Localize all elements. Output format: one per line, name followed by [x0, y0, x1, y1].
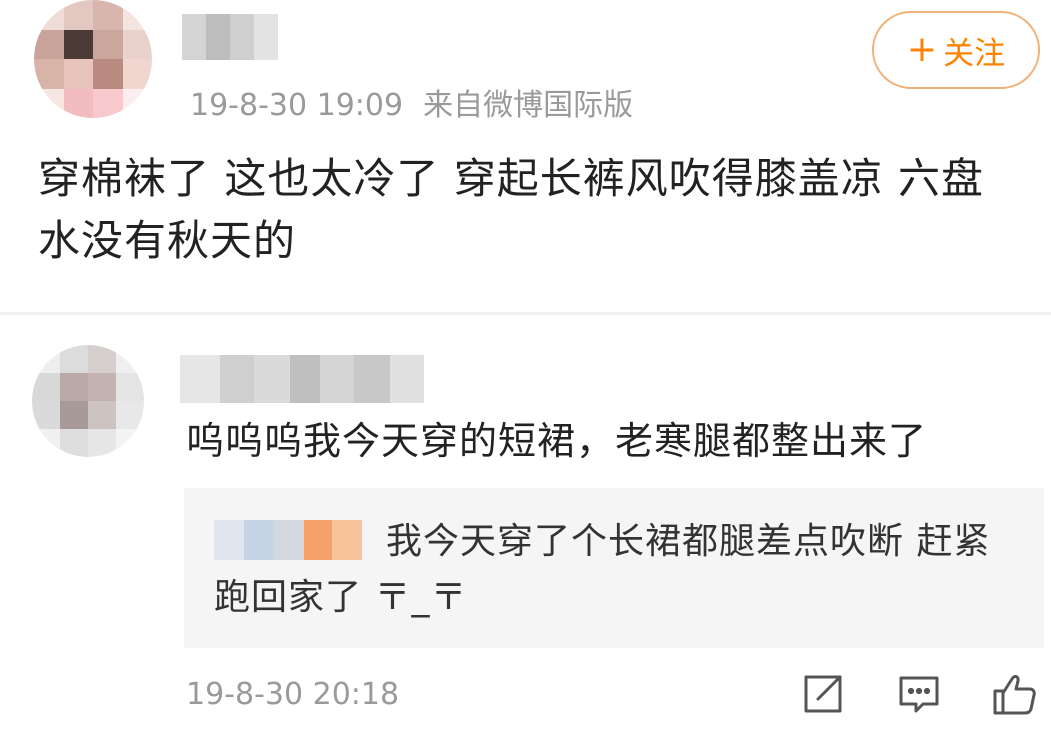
post-card: + 关注 19-8-30 19:09 来自微博国际版 穿棉袜了 这也太冷了 穿起长…: [0, 0, 1051, 312]
thumbs-up-icon[interactable]: [992, 671, 1038, 717]
username[interactable]: [182, 14, 278, 60]
post-text: 穿棉袜了 这也太冷了 穿起长裤风吹得膝盖凉 六盘水没有秋天的: [38, 154, 985, 265]
reply-text: 我今天穿了个长裙都腿差点吹断 赶紧跑回家了 〒_〒: [214, 521, 991, 618]
post-meta: 19-8-30 19:09 来自微博国际版: [190, 80, 633, 124]
follow-label: 关注: [943, 35, 1006, 72]
comment-icon[interactable]: [896, 671, 942, 717]
post-timestamp: 19-8-30 19:09: [190, 88, 404, 123]
share-icon[interactable]: [800, 671, 846, 717]
reply-box[interactable]: 我今天穿了个长裙都腿差点吹断 赶紧跑回家了 〒_〒: [184, 488, 1044, 648]
plus-icon: +: [906, 29, 938, 70]
comment-item: 呜呜呜我今天穿的短裙，老寒腿都整出来了 我今天穿了个长裙都腿差点吹断 赶紧跑回家…: [0, 315, 1051, 736]
comment-timestamp: 19-8-30 20:18: [186, 677, 400, 712]
commenter-username[interactable]: [180, 355, 424, 403]
post-source[interactable]: 来自微博国际版: [423, 88, 633, 123]
follow-button[interactable]: + 关注: [872, 11, 1040, 89]
comment-text: 呜呜呜我今天穿的短裙，老寒腿都整出来了: [186, 419, 928, 463]
user-avatar[interactable]: [34, 0, 152, 118]
commenter-avatar[interactable]: [32, 345, 144, 457]
